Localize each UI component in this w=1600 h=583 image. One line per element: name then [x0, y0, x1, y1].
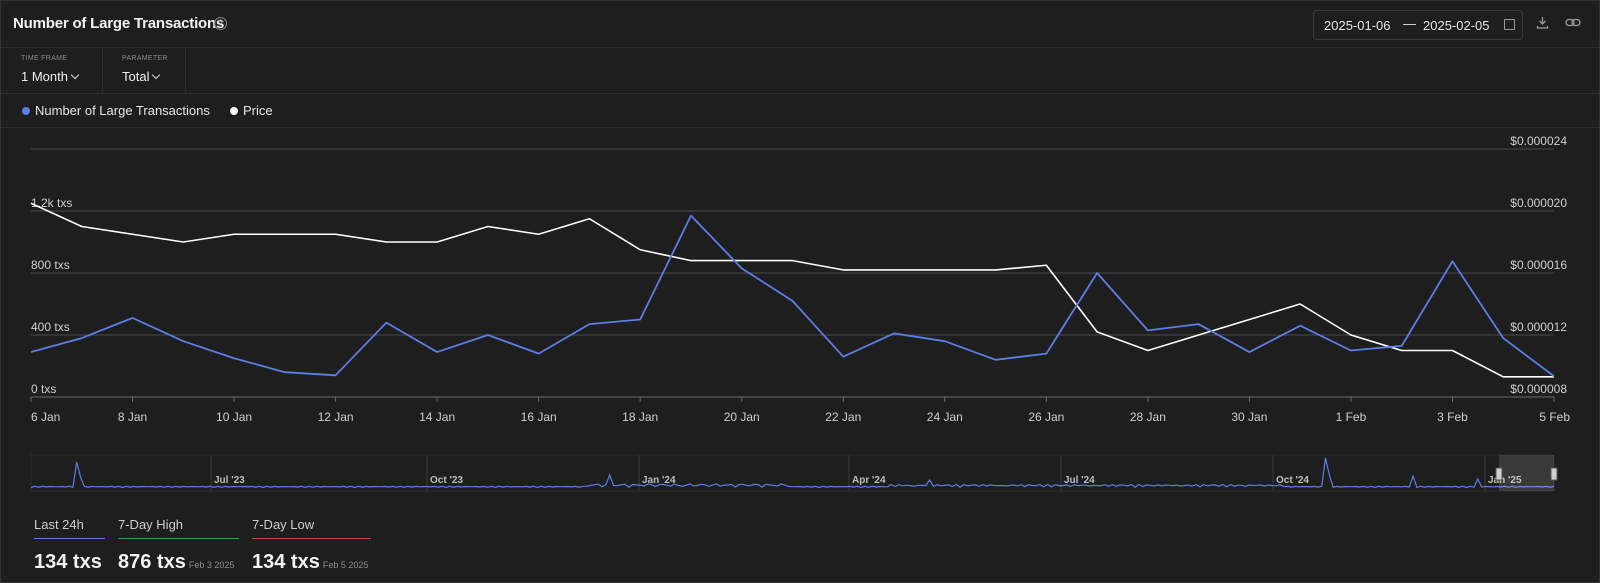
x-tick-label: 26 Jan [1028, 410, 1064, 424]
timeframe-label: TIME FRAME [21, 55, 68, 62]
link-icon[interactable] [1565, 16, 1581, 32]
stat-date: Feb 5 2025 [322, 560, 369, 570]
y-tick-left: 400 txs [31, 320, 70, 334]
legend-dot [22, 107, 30, 115]
y-tick-left: 1.2k txs [31, 196, 72, 210]
parameter-label: PARAMETER [122, 55, 168, 62]
legend-dot [230, 107, 238, 115]
chart-title: Number of Large Transactions [13, 15, 225, 32]
parameter-value-wrap[interactable]: Total [122, 69, 161, 84]
stat-value-wrap: 134 txs [34, 551, 102, 574]
help-icon[interactable]: ? [214, 17, 227, 30]
x-tick-label: 3 Feb [1437, 410, 1468, 424]
x-tick-label: 22 Jan [825, 410, 861, 424]
stat-date: Feb 3 2025 [188, 560, 235, 570]
y-tick-right: $0.000024 [1510, 134, 1567, 148]
timeframe-value-wrap[interactable]: 1 Month [21, 69, 80, 84]
stat-label: 7-Day High [118, 517, 184, 532]
x-tick-label: 14 Jan [419, 410, 455, 424]
parameter-select[interactable]: PARAMETER Total [102, 47, 186, 93]
y-tick-left: 0 txs [31, 382, 56, 396]
legend-item-transactions[interactable]: Number of Large Transactions [22, 103, 210, 118]
x-tick-label: 16 Jan [521, 410, 557, 424]
chart-legend: Number of Large Transactions Price [1, 93, 1599, 128]
stat-value: 134 txs [252, 551, 320, 573]
x-tick-label: 1 Feb [1336, 410, 1367, 424]
parameter-value[interactable]: Total [122, 69, 149, 84]
chevron-down-icon [152, 70, 161, 80]
panel-header: Number of Large Transactions ? 2025-01-0… [1, 1, 1599, 48]
series-line-transactions [30, 214, 1555, 377]
stat-underline [118, 538, 239, 539]
x-tick-label: 5 Feb [1539, 410, 1570, 424]
navigator-selection [1499, 455, 1554, 491]
chart-controls: TIME FRAME 1 Month PARAMETER Total [1, 47, 1599, 94]
x-tick-label: 24 Jan [927, 410, 963, 424]
stat-value-wrap: 134 txs Feb 5 2025 [252, 551, 368, 574]
chevron-down-icon [70, 70, 80, 80]
date-start[interactable]: 2025-01-06 [1324, 18, 1391, 33]
y-tick-right: $0.000008 [1510, 382, 1567, 396]
date-separator: — [1403, 16, 1416, 31]
chart-panel: Number of Large Transactions ? 2025-01-0… [0, 0, 1600, 583]
legend-label-transactions[interactable]: Number of Large Transactions [35, 103, 210, 118]
navigator-label: Oct '24 [1276, 475, 1309, 486]
stat-underline [34, 538, 105, 539]
legend-item-price[interactable]: Price [230, 103, 273, 118]
y-tick-right: $0.000012 [1510, 320, 1567, 334]
date-range-picker[interactable]: 2025-01-06 — 2025-02-05 [1313, 10, 1523, 40]
x-tick-label: 30 Jan [1231, 410, 1267, 424]
x-tick-label: 12 Jan [318, 410, 354, 424]
stat-last-24h: Last 24h 134 txs [34, 517, 105, 573]
line-chart: $0.000008 $0.000012 $0.000016 $0.000020 $0.0… [30, 134, 1570, 492]
navigator-handle[interactable] [1495, 467, 1503, 481]
stat-label: 7-Day Low [252, 517, 315, 532]
series-line-price [30, 202, 1554, 378]
navigator-label: Jul '24 [1064, 475, 1095, 486]
x-tick-label: 28 Jan [1130, 410, 1166, 424]
timeframe-value[interactable]: 1 Month [21, 69, 68, 84]
x-tick-label: 18 Jan [622, 410, 658, 424]
timeframe-select[interactable]: TIME FRAME 1 Month [1, 47, 103, 93]
x-tick-label: 10 Jan [216, 410, 252, 424]
navigator-label: Jul '23 [214, 475, 245, 486]
x-tick-label: 20 Jan [724, 410, 760, 424]
stat-7day-low: 7-Day Low 134 txs Feb 5 2025 [252, 517, 371, 573]
download-icon[interactable] [1534, 16, 1550, 32]
x-tick-label: 6 Jan [31, 410, 60, 424]
y-tick-right: $0.000016 [1510, 258, 1567, 272]
stat-underline [252, 538, 371, 539]
legend-label-price[interactable]: Price [243, 103, 273, 118]
navigator-handle[interactable] [1550, 467, 1558, 481]
stat-value-wrap: 876 txs Feb 3 2025 [118, 551, 234, 574]
y-tick-right: $0.000020 [1510, 196, 1567, 210]
calendar-icon[interactable] [1504, 19, 1515, 30]
stat-7day-high: 7-Day High 876 txs Feb 3 2025 [118, 517, 239, 573]
x-tick-label: 8 Jan [118, 410, 147, 424]
stat-label: Last 24h [34, 517, 84, 532]
navigator-label: Apr '24 [852, 475, 886, 486]
navigator-label: Oct '23 [430, 475, 463, 486]
stat-value: 876 txs [118, 551, 186, 573]
date-end[interactable]: 2025-02-05 [1423, 18, 1490, 33]
y-tick-left: 800 txs [31, 258, 70, 272]
stat-value: 134 txs [34, 551, 102, 573]
